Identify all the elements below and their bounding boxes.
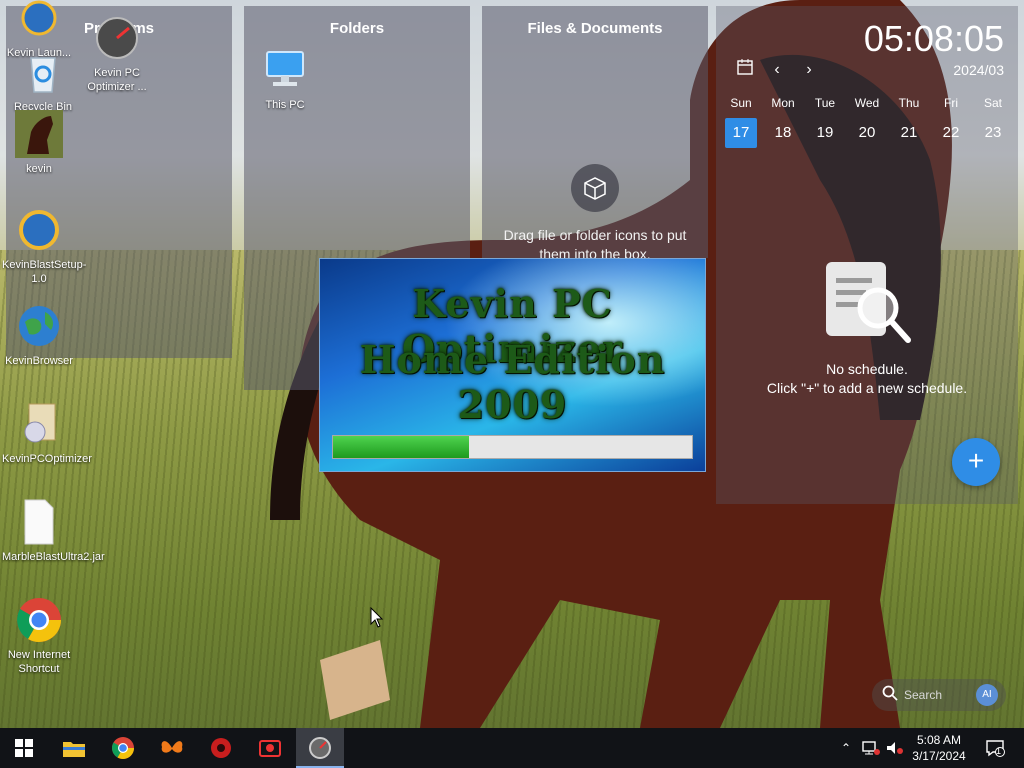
taskbar-clock[interactable]: 5:08 AM 3/17/2024 [905, 732, 973, 764]
globe-icon [15, 302, 63, 350]
day-date: 21 [900, 124, 918, 141]
optimizer-icon [309, 737, 331, 759]
add-schedule-button[interactable]: + [952, 438, 1000, 486]
desktop-icon-kevinpcoptimizer[interactable]: KevinPCOptimizer [2, 400, 92, 466]
desktop-icon-kevinbrowser[interactable]: KevinBrowser [2, 302, 76, 368]
schedule-search-icon [822, 256, 914, 353]
folders-title: Folders [329, 20, 385, 37]
day-date: 23 [984, 124, 1002, 141]
mouse-cursor-icon [370, 607, 384, 628]
notification-center-icon[interactable]: 1 [980, 728, 1010, 768]
splash-title-line2: Home Edition 2009 [359, 337, 666, 427]
day-date: 20 [858, 124, 876, 141]
this-pc-label: This PC [265, 99, 305, 111]
day-sat[interactable]: Sat 23 [972, 96, 1014, 148]
day-date: 19 [816, 124, 834, 141]
chrome-shortcut-icon [15, 596, 63, 644]
clock-calendar-widget: 05:08:05 ‹ › 2024/03 Sun 17 Mon 18 Tue 19 W… [716, 6, 1018, 148]
day-date-today: 17 [725, 118, 757, 148]
chevron-left-icon[interactable]: ‹ [766, 61, 788, 79]
box-icon [571, 164, 619, 212]
horse-image-icon [15, 110, 63, 158]
taskbar: ⌃ 5:08 AM 3/17/2024 1 [0, 728, 1024, 768]
recycle-bin-icon [19, 48, 67, 96]
file-icon [15, 498, 63, 546]
setup-icon [15, 206, 63, 254]
schedule-empty-line1: No schedule. [826, 361, 908, 377]
butterfly-app-button[interactable] [148, 728, 196, 768]
day-fri[interactable]: Fri 22 [930, 96, 972, 148]
desktop-icon-label: kevin [26, 163, 52, 175]
taskbar-date: 3/17/2024 [912, 749, 966, 763]
day-name: Fri [944, 96, 958, 110]
desktop-icon-label: KevinBlastSetup-1.0 [2, 259, 87, 285]
ai-assistant-icon[interactable]: AI [976, 684, 998, 706]
day-name: Tue [814, 96, 836, 110]
day-date: 22 [942, 124, 960, 141]
chrome-icon [112, 737, 134, 759]
desktop-icon-label: KevinPCOptimizer [2, 453, 92, 465]
day-date: 18 [774, 124, 792, 141]
installer-icon [15, 400, 63, 448]
clock-time: 05:08:05 [863, 18, 1004, 59]
day-thu[interactable]: Thu 21 [888, 96, 930, 148]
camera-app-button[interactable] [246, 728, 294, 768]
day-mon[interactable]: Mon 18 [762, 96, 804, 148]
desktop-icon-optimizer-shortcut[interactable]: Kevin PC Optimizer ... [80, 14, 154, 94]
search-placeholder: Search [904, 688, 943, 702]
day-sun[interactable]: Sun 17 [720, 96, 762, 148]
butterfly-icon [161, 741, 183, 753]
volume-muted-icon[interactable] [884, 728, 906, 768]
desktop-icon-kevin[interactable]: kevin [2, 110, 76, 176]
schedule-empty-line2: Click "+" to add a new schedule. [766, 380, 968, 396]
file-explorer-icon [63, 742, 85, 757]
kevin-launcher-icon [15, 0, 63, 48]
loading-progress-fill [333, 436, 470, 458]
notification-count: 1 [996, 746, 1002, 756]
optimizer-splash-window: Kevin PC Optimizer Home Edition 2009 [319, 258, 706, 472]
desktop-icon-setup[interactable]: KevinBlastSetup-1.0 [2, 206, 87, 286]
desktop-icon-internet-shortcut[interactable]: New Internet Shortcut [2, 596, 76, 676]
desktop-icon-label: KevinBrowser [5, 355, 73, 367]
gear-app-button[interactable] [197, 728, 245, 768]
desktop-search-box[interactable]: Search AI [872, 679, 1006, 711]
chevron-up-icon[interactable]: ⌃ [836, 728, 856, 768]
start-icon [15, 739, 33, 757]
schedule-empty-text: No schedule. Click "+" to add a new sche… [716, 360, 1018, 398]
gear-app-icon [211, 738, 231, 758]
desktop-icon-recycle-bin[interactable]: Recycle Bin [6, 48, 80, 114]
day-wed[interactable]: Wed 20 [846, 96, 888, 148]
day-name: Thu [898, 96, 920, 110]
day-tue[interactable]: Tue 19 [804, 96, 846, 148]
camera-app-icon [259, 740, 281, 757]
desktop-icon-label: New Internet Shortcut [7, 649, 71, 675]
loading-progress-bar [332, 435, 693, 459]
day-name: Sat [983, 96, 1002, 110]
search-icon [882, 685, 898, 706]
day-name: Mon [771, 96, 795, 110]
taskbar-time: 5:08 AM [916, 733, 962, 747]
optimizer-shortcut-icon [93, 14, 141, 62]
desktop-icon-label: MarbleBlastUltra2.jar [2, 551, 105, 563]
day-name: Wed [854, 96, 880, 110]
start-button[interactable] [0, 728, 48, 768]
files-documents-panel: Files & Documents Drag file or folder ic… [482, 6, 708, 262]
files-title: Files & Documents [527, 20, 663, 37]
network-icon[interactable] [860, 728, 882, 768]
optimizer-taskbar-button[interactable] [296, 728, 344, 768]
chrome-button[interactable] [99, 728, 147, 768]
desktop-icon-label: Kevin PC Optimizer ... [87, 67, 147, 93]
week-row: Sun 17 Mon 18 Tue 19 Wed 20 Thu 21 Fri 22 Sat 2… [720, 96, 1014, 148]
desktop-icon-jar-file[interactable]: MarbleBlastUltra2.jar [2, 498, 105, 564]
chevron-right-icon[interactable]: › [798, 61, 820, 79]
schedule-panel: No schedule. Click "+" to add a new sche… [716, 148, 1018, 504]
file-explorer-button[interactable] [50, 728, 98, 768]
day-name: Sun [730, 96, 752, 110]
this-pc-shortcut[interactable]: This PC [248, 46, 322, 112]
calendar-icon[interactable] [734, 58, 756, 81]
monitor-icon [261, 46, 309, 94]
calendar-month: 2024/03 [953, 62, 1004, 78]
